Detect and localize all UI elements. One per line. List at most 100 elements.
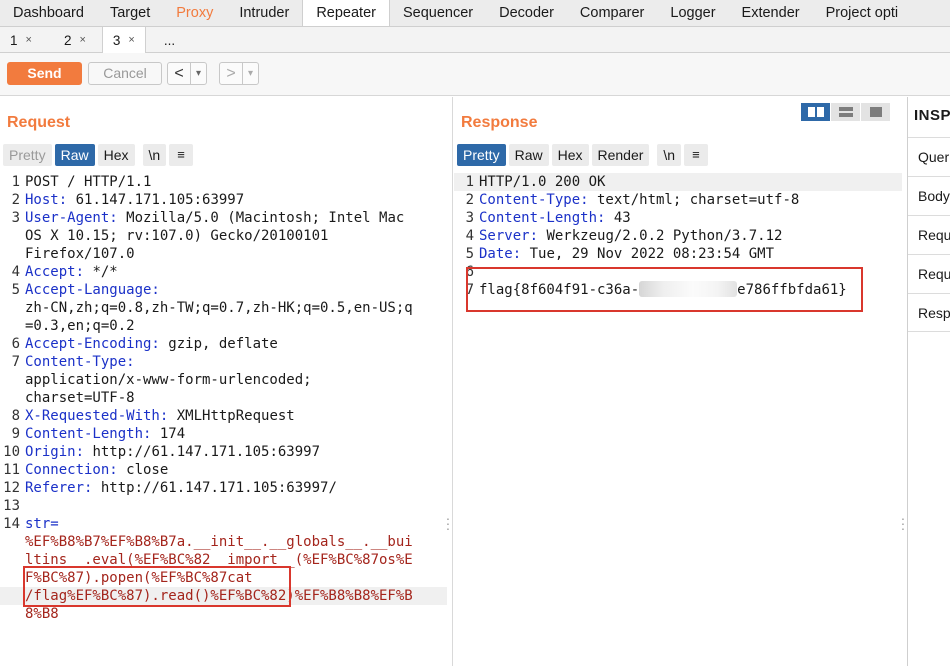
inspector-response-headers[interactable]: Resp <box>908 293 950 332</box>
request-line: 12 Referer: http://61.147.171.105:63997/ <box>3 480 337 496</box>
tab-hex[interactable]: Hex <box>551 144 589 166</box>
back-arrow-icon[interactable]: < <box>168 63 190 84</box>
repeater-tab-1[interactable]: 1 × <box>0 27 42 53</box>
header-value: 174 <box>151 426 186 442</box>
tab-pretty[interactable]: Pretty <box>457 144 506 166</box>
request-line: zh-CN,zh;q=0.8,zh-TW;q=0.7,zh-HK;q=0.5,e… <box>25 300 413 316</box>
response-line: 1 HTTP/1.0 200 OK <box>454 173 902 191</box>
chevron-down-icon[interactable]: ▾ <box>190 63 206 84</box>
repeater-tab-bar: 1 × 2 × 3 × ... <box>0 27 950 54</box>
tab-target[interactable]: Target <box>97 0 163 26</box>
tab-extender[interactable]: Extender <box>729 0 813 26</box>
header-name: Accept-Encoding: <box>25 336 160 352</box>
stacked-layout-icon[interactable] <box>831 103 860 121</box>
history-back-group: < ▾ <box>167 62 207 85</box>
tab-repeater[interactable]: Repeater <box>302 0 390 26</box>
header-name: Referer: <box>25 480 93 496</box>
newline-toggle[interactable]: \n <box>142 144 167 166</box>
tab-render[interactable]: Render <box>591 144 650 166</box>
header-value: text/html; charset=utf-8 <box>588 192 800 208</box>
tab-raw[interactable]: Raw <box>508 144 549 166</box>
repeater-tab-2[interactable]: 2 × <box>54 27 96 53</box>
close-icon[interactable]: × <box>128 28 134 53</box>
forward-arrow-icon[interactable]: > <box>220 63 242 84</box>
request-editor[interactable]: 1 POST / HTTP/1.1 2 Host: 61.147.171.105:6… <box>0 173 447 623</box>
menu-icon[interactable]: ≡ <box>684 144 708 166</box>
layout-toggle-group <box>801 103 890 121</box>
inspector-panel: INSP Quer Body Requ Requ Resp <box>907 97 950 666</box>
tab-sequencer[interactable]: Sequencer <box>390 0 486 26</box>
request-line: 10 Origin: http://61.147.171.105:63997 <box>3 444 321 460</box>
header-value: 61.147.171.105:63997 <box>67 192 245 208</box>
header-value: Werkzeug/2.0.2 Python/3.7.12 <box>538 228 783 244</box>
repeater-tab-label: 3 <box>112 33 121 48</box>
tab-pretty[interactable]: Pretty <box>3 144 52 166</box>
request-line: 14 str= <box>3 516 59 532</box>
chevron-down-icon[interactable]: ▾ <box>242 63 258 84</box>
close-icon[interactable]: × <box>79 28 85 53</box>
tab-proxy[interactable]: Proxy <box>163 0 226 26</box>
repeater-tab-more[interactable]: ... <box>146 27 193 53</box>
close-icon[interactable]: × <box>26 28 32 53</box>
response-line: 2 Content-Type: text/html; charset=utf-8 <box>465 192 800 208</box>
request-view-tabs: Pretty Raw Hex \n ≡ <box>3 144 193 166</box>
tab-hex[interactable]: Hex <box>97 144 135 166</box>
header-value: Tue, 29 Nov 2022 08:23:54 GMT <box>521 246 775 262</box>
history-forward-group: > ▾ <box>219 62 259 85</box>
drag-handle-icon[interactable]: · · · <box>445 511 451 535</box>
tab-comparer[interactable]: Comparer <box>567 0 657 26</box>
header-name: X-Requested-With: <box>25 408 169 424</box>
inspector-request-headers[interactable]: Requ <box>908 254 950 293</box>
header-name: Accept: <box>25 264 85 280</box>
single-layout-icon[interactable] <box>861 103 890 121</box>
payload-highlight-box <box>23 566 291 607</box>
tab-dashboard[interactable]: Dashboard <box>0 0 97 26</box>
side-by-side-layout-icon[interactable] <box>801 103 830 121</box>
inspector-body-params[interactable]: Body <box>908 176 950 215</box>
request-line: 4 Accept: */* <box>11 264 118 280</box>
header-name: Content-Length: <box>25 426 152 442</box>
request-line: 9 Content-Length: 174 <box>11 426 186 442</box>
request-line: 2 Host: 61.147.171.105:63997 <box>11 192 245 208</box>
request-line: 5 Accept-Language: <box>11 282 160 298</box>
request-body-line: 8%B8 <box>25 606 59 622</box>
request-line: 6 Accept-Encoding: gzip, deflate <box>11 336 278 352</box>
request-line: charset=UTF-8 <box>25 390 135 406</box>
panel-divider[interactable] <box>452 97 453 666</box>
header-value: 43 <box>605 210 631 226</box>
tab-intruder[interactable]: Intruder <box>226 0 302 26</box>
request-line: 8 X-Requested-With: XMLHttpRequest <box>11 408 295 424</box>
menu-icon[interactable]: ≡ <box>169 144 193 166</box>
tab-project-options[interactable]: Project opti <box>813 0 912 26</box>
newline-toggle[interactable]: \n <box>657 144 682 166</box>
inspector-query-params[interactable]: Quer <box>908 137 950 176</box>
header-name: Content-Type: <box>25 354 135 370</box>
flag-highlight-box <box>466 267 863 312</box>
send-button[interactable]: Send <box>7 62 82 85</box>
request-line: OS X 10.15; rv:107.0) Gecko/20100101 <box>25 228 329 244</box>
main-tab-bar: Dashboard Target Proxy Intruder Repeater… <box>0 0 950 27</box>
inspector-title: INSP <box>914 107 950 124</box>
request-line: Firefox/107.0 <box>25 246 135 262</box>
request-line: 13 <box>3 498 20 514</box>
tab-raw[interactable]: Raw <box>54 144 95 166</box>
request-body-line: %EF%B8%B7%EF%B8%B7a.__init__.__globals__… <box>25 534 413 550</box>
request-line: 3 User-Agent: Mozilla/5.0 (Macintosh; Int… <box>11 210 405 226</box>
response-line: 4 Server: Werkzeug/2.0.2 Python/3.7.12 <box>465 228 783 244</box>
response-title: Response <box>461 114 538 131</box>
repeater-tab-label: 2 <box>63 32 72 48</box>
response-view-tabs: Pretty Raw Hex Render \n ≡ <box>457 144 708 166</box>
cancel-button[interactable]: Cancel <box>88 62 162 85</box>
inspector-request-cookies[interactable]: Requ <box>908 215 950 254</box>
repeater-tab-3[interactable]: 3 × <box>101 27 146 54</box>
drag-handle-icon[interactable]: · · · <box>900 511 906 535</box>
header-name: Content-Type: <box>479 192 589 208</box>
tab-decoder[interactable]: Decoder <box>486 0 567 26</box>
tab-logger[interactable]: Logger <box>657 0 728 26</box>
repeater-tab-label: 1 <box>10 32 18 48</box>
response-line: 5 Date: Tue, 29 Nov 2022 08:23:54 GMT <box>465 246 775 262</box>
request-title: Request <box>7 114 71 131</box>
header-name: Accept-Language: <box>25 282 160 298</box>
header-name: Content-Length: <box>479 210 606 226</box>
request-line: application/x-www-form-urlencoded; <box>25 372 312 388</box>
